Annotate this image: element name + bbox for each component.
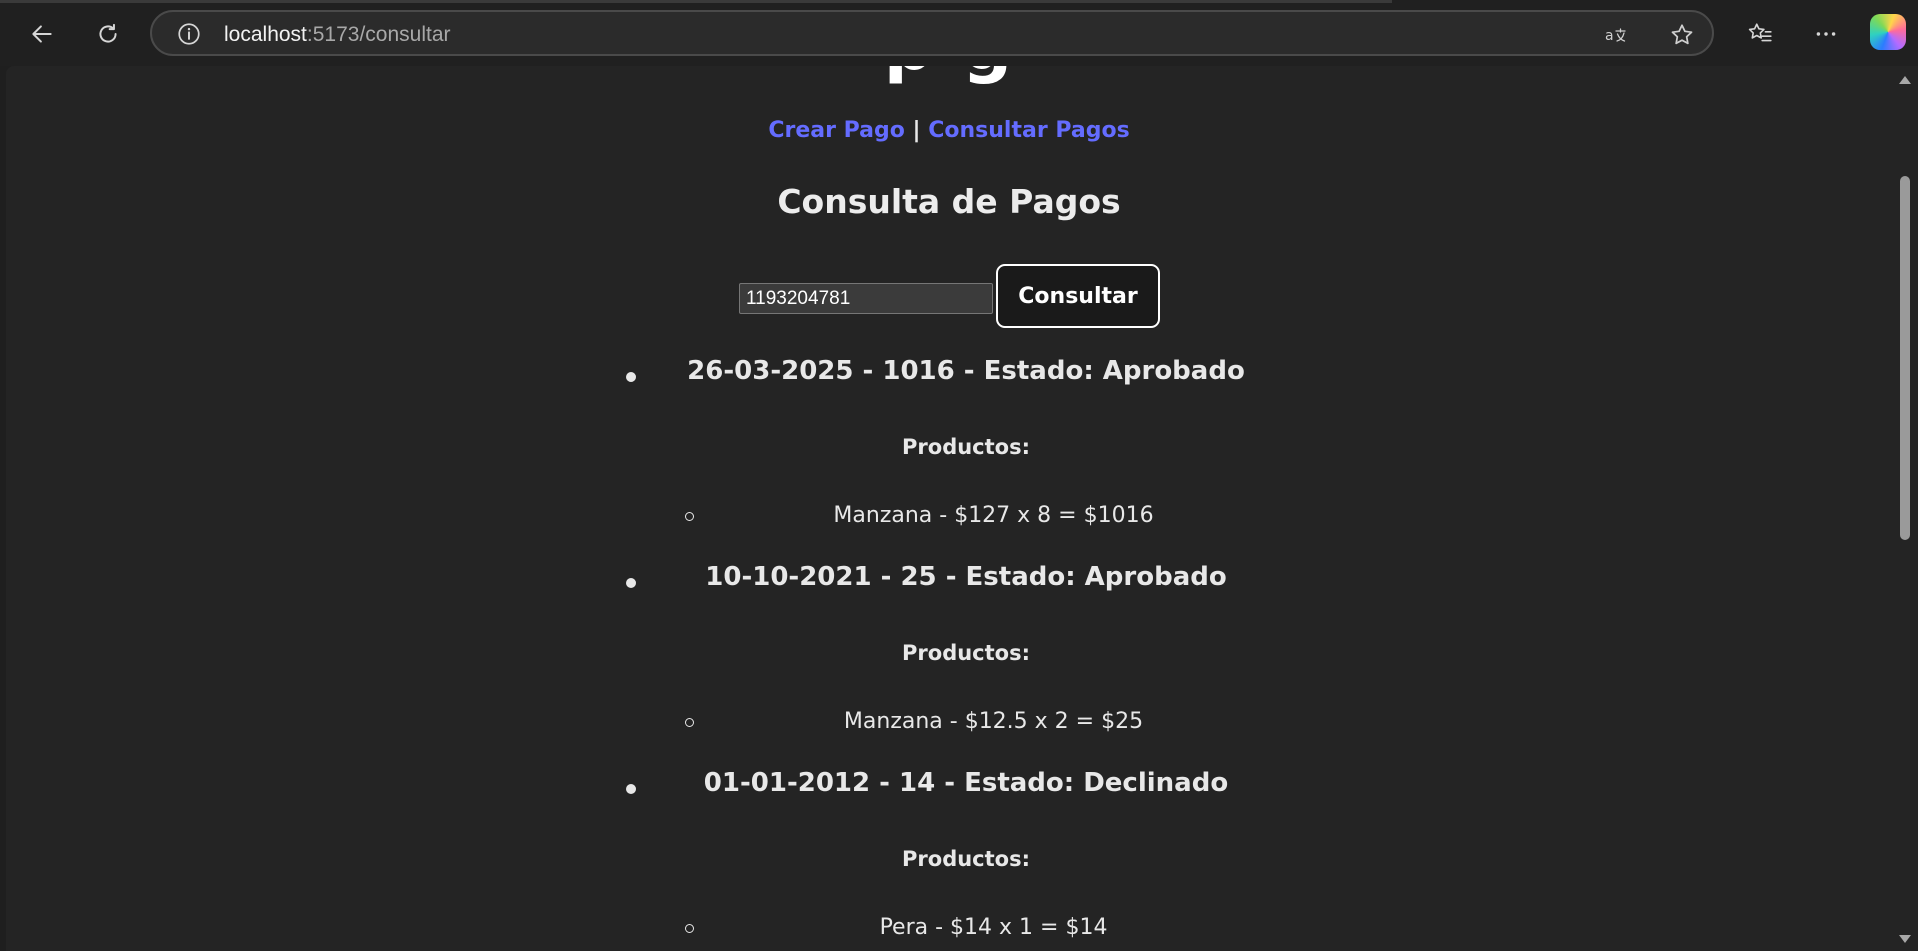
page-content: p g Crear Pago | Consultar Pagos Consult…	[6, 66, 1892, 951]
nav-separator: |	[912, 118, 921, 143]
back-button[interactable]	[22, 14, 62, 54]
url-host: localhost	[224, 23, 307, 46]
page-title-cut-off: p g	[6, 66, 1892, 86]
pago-title: 01-01-2012 - 14 - Estado: Declinado	[703, 768, 1229, 798]
scroll-up-arrow-icon[interactable]	[1899, 76, 1911, 84]
producto-item: Manzana - $12.5 x 2 = $25	[843, 709, 1144, 734]
favorite-star-icon[interactable]	[1668, 21, 1696, 49]
read-aloud-translate-icon[interactable]: a	[1604, 21, 1632, 49]
pago-title: 10-10-2021 - 25 - Estado: Aprobado	[705, 562, 1227, 592]
scrollbar-thumb[interactable]	[1900, 176, 1910, 540]
copilot-icon[interactable]	[1870, 14, 1906, 50]
page-heading: Consulta de Pagos	[777, 182, 1121, 221]
back-arrow-icon	[32, 25, 52, 43]
nav-consultar-pagos-link[interactable]: Consultar Pagos	[928, 118, 1129, 143]
reload-icon	[99, 23, 117, 43]
url-text[interactable]: localhost:5173/consultar	[224, 22, 451, 48]
more-options-button[interactable]	[1806, 14, 1846, 54]
browser-toolbar: localhost:5173/consultar a	[0, 0, 1918, 66]
url-path: :5173/consultar	[306, 23, 451, 46]
productos-label: Productos:	[902, 435, 1030, 459]
nav-crear-pago-link[interactable]: Crear Pago	[768, 118, 905, 143]
loading-bar	[0, 0, 1392, 3]
nav-links: Crear Pago | Consultar Pagos	[6, 118, 1892, 143]
pago-title: 26-03-2025 - 1016 - Estado: Aprobado	[687, 356, 1245, 386]
productos-label: Productos:	[902, 641, 1030, 665]
svg-text:a: a	[1605, 28, 1614, 44]
producto-item: Pera - $14 x 1 = $14	[879, 915, 1108, 940]
vertical-scrollbar[interactable]	[1892, 66, 1918, 951]
producto-item: Manzana - $127 x 8 = $1016	[833, 503, 1154, 528]
address-bar[interactable]: localhost:5173/consultar a	[150, 10, 1714, 56]
favorites-button[interactable]	[1740, 14, 1780, 54]
reload-button[interactable]	[88, 14, 128, 54]
productos-label: Productos:	[902, 847, 1030, 871]
page-viewport: p g Crear Pago | Consultar Pagos Consult…	[6, 66, 1892, 951]
cedula-input[interactable]	[739, 283, 993, 314]
favorites-list-icon	[1748, 23, 1772, 42]
scroll-down-arrow-icon[interactable]	[1899, 935, 1911, 943]
site-info-icon[interactable]	[176, 21, 202, 47]
consultar-button[interactable]: Consultar	[996, 264, 1160, 328]
ellipsis-icon	[1816, 32, 1836, 36]
